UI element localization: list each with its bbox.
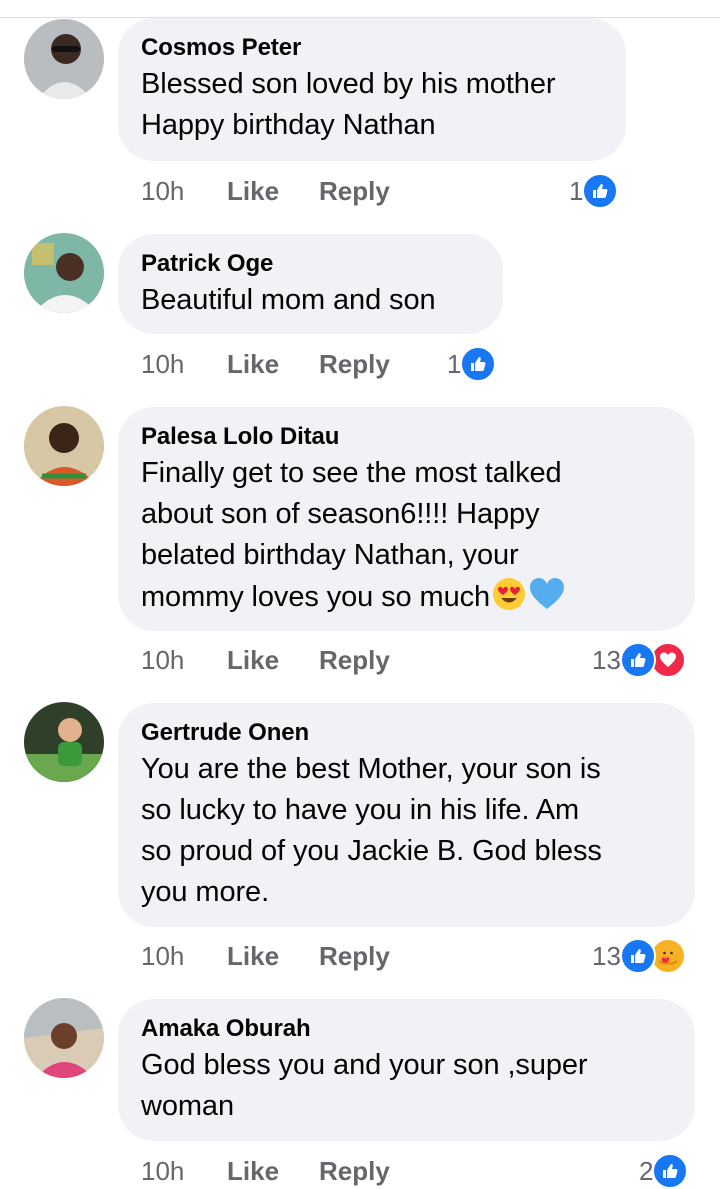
comment-line: Finally get to see the most talked: [141, 457, 562, 489]
reply-button[interactable]: Reply: [319, 938, 390, 974]
like-button[interactable]: Like: [227, 173, 279, 209]
reply-button[interactable]: Reply: [319, 173, 390, 209]
comment-author[interactable]: Palesa Lolo Ditau: [141, 421, 671, 453]
reaction-count: 1: [447, 349, 462, 379]
comment-bubble: Patrick Oge Beautiful mom and son: [118, 234, 503, 334]
reaction-count: 13: [592, 941, 621, 971]
like-button[interactable]: Like: [227, 346, 279, 382]
comment-actions: 10h Like Reply 2: [141, 1153, 701, 1189]
avatar[interactable]: [24, 406, 104, 486]
comment-time[interactable]: 10h: [141, 173, 184, 209]
comment-text: Finally get to see the most talked about…: [141, 453, 671, 624]
comment-time[interactable]: 10h: [141, 1153, 184, 1189]
reaction-summary[interactable]: 13: [592, 642, 686, 678]
reaction-summary[interactable]: 1: [569, 173, 619, 209]
reaction-count: 2: [639, 1156, 654, 1186]
comment-line: you more.: [141, 876, 270, 908]
comment-bubble: Gertrude Onen You are the best Mother, y…: [118, 703, 695, 927]
avatar[interactable]: [24, 19, 104, 99]
comment-line: about son of season6!!!! Happy: [141, 498, 540, 530]
reaction-summary[interactable]: 1: [447, 346, 497, 382]
avatar[interactable]: [24, 998, 104, 1078]
reaction-summary[interactable]: 13: [592, 938, 686, 974]
like-button[interactable]: Like: [227, 1153, 279, 1189]
heart-eyes-emoji: [491, 576, 527, 624]
like-icon: [619, 938, 656, 974]
comment-line: God bless you and your son ,super: [141, 1049, 588, 1081]
comment-actions: 10h Like Reply 1: [141, 346, 701, 382]
comment-time[interactable]: 10h: [141, 938, 184, 974]
comment-actions: 10h Like Reply 13: [141, 642, 701, 678]
comment-actions: 10h Like Reply 1: [141, 173, 701, 209]
avatar[interactable]: [24, 233, 104, 313]
comment-time[interactable]: 10h: [141, 642, 184, 678]
comment-line: mommy loves you so much: [141, 581, 491, 613]
comment-text: You are the best Mother, your son is so …: [141, 749, 671, 913]
reaction-summary[interactable]: 2: [639, 1153, 689, 1189]
like-icon: [582, 173, 619, 209]
reply-button[interactable]: Reply: [319, 1153, 390, 1189]
comment-bubble: Cosmos Peter Blessed son loved by his mo…: [118, 18, 626, 161]
comment-author[interactable]: Patrick Oge: [141, 248, 479, 280]
comment-line-with-emoji: mommy loves you so much: [141, 576, 671, 624]
comment-line: so proud of you Jackie B. God bless: [141, 835, 602, 867]
like-icon: [619, 642, 656, 678]
reply-button[interactable]: Reply: [319, 642, 390, 678]
comment-line: so lucky to have you in his life. Am: [141, 794, 580, 826]
comment-bubble: Palesa Lolo Ditau Finally get to see the…: [118, 407, 695, 631]
comment-text: Blessed son loved by his mother Happy bi…: [141, 64, 602, 146]
like-icon: [652, 1153, 689, 1189]
comment-line: Happy birthday Nathan: [141, 109, 436, 141]
comment-author[interactable]: Amaka Oburah: [141, 1013, 671, 1045]
comment-text: Beautiful mom and son: [141, 280, 479, 321]
comment-line: woman: [141, 1090, 234, 1122]
comment-author[interactable]: Gertrude Onen: [141, 717, 671, 749]
like-icon: [460, 346, 497, 382]
reply-button[interactable]: Reply: [319, 346, 390, 382]
comment-text: God bless you and your son ,super woman: [141, 1045, 671, 1127]
comment-line: Beautiful mom and son: [141, 284, 436, 316]
reaction-count: 13: [592, 645, 621, 675]
comment-line: You are the best Mother, your son is: [141, 753, 601, 785]
comment-time[interactable]: 10h: [141, 346, 184, 382]
reaction-count: 1: [569, 176, 584, 206]
like-button[interactable]: Like: [227, 938, 279, 974]
avatar[interactable]: [24, 702, 104, 782]
comment-line: Blessed son loved by his mother: [141, 68, 556, 100]
comment-actions: 10h Like Reply 13: [141, 938, 701, 974]
comment-bubble: Amaka Oburah God bless you and your son …: [118, 999, 695, 1141]
like-button[interactable]: Like: [227, 642, 279, 678]
comment-line: belated birthday Nathan, your: [141, 539, 519, 571]
blue-heart-emoji: [528, 576, 566, 624]
comment-author[interactable]: Cosmos Peter: [141, 32, 602, 64]
